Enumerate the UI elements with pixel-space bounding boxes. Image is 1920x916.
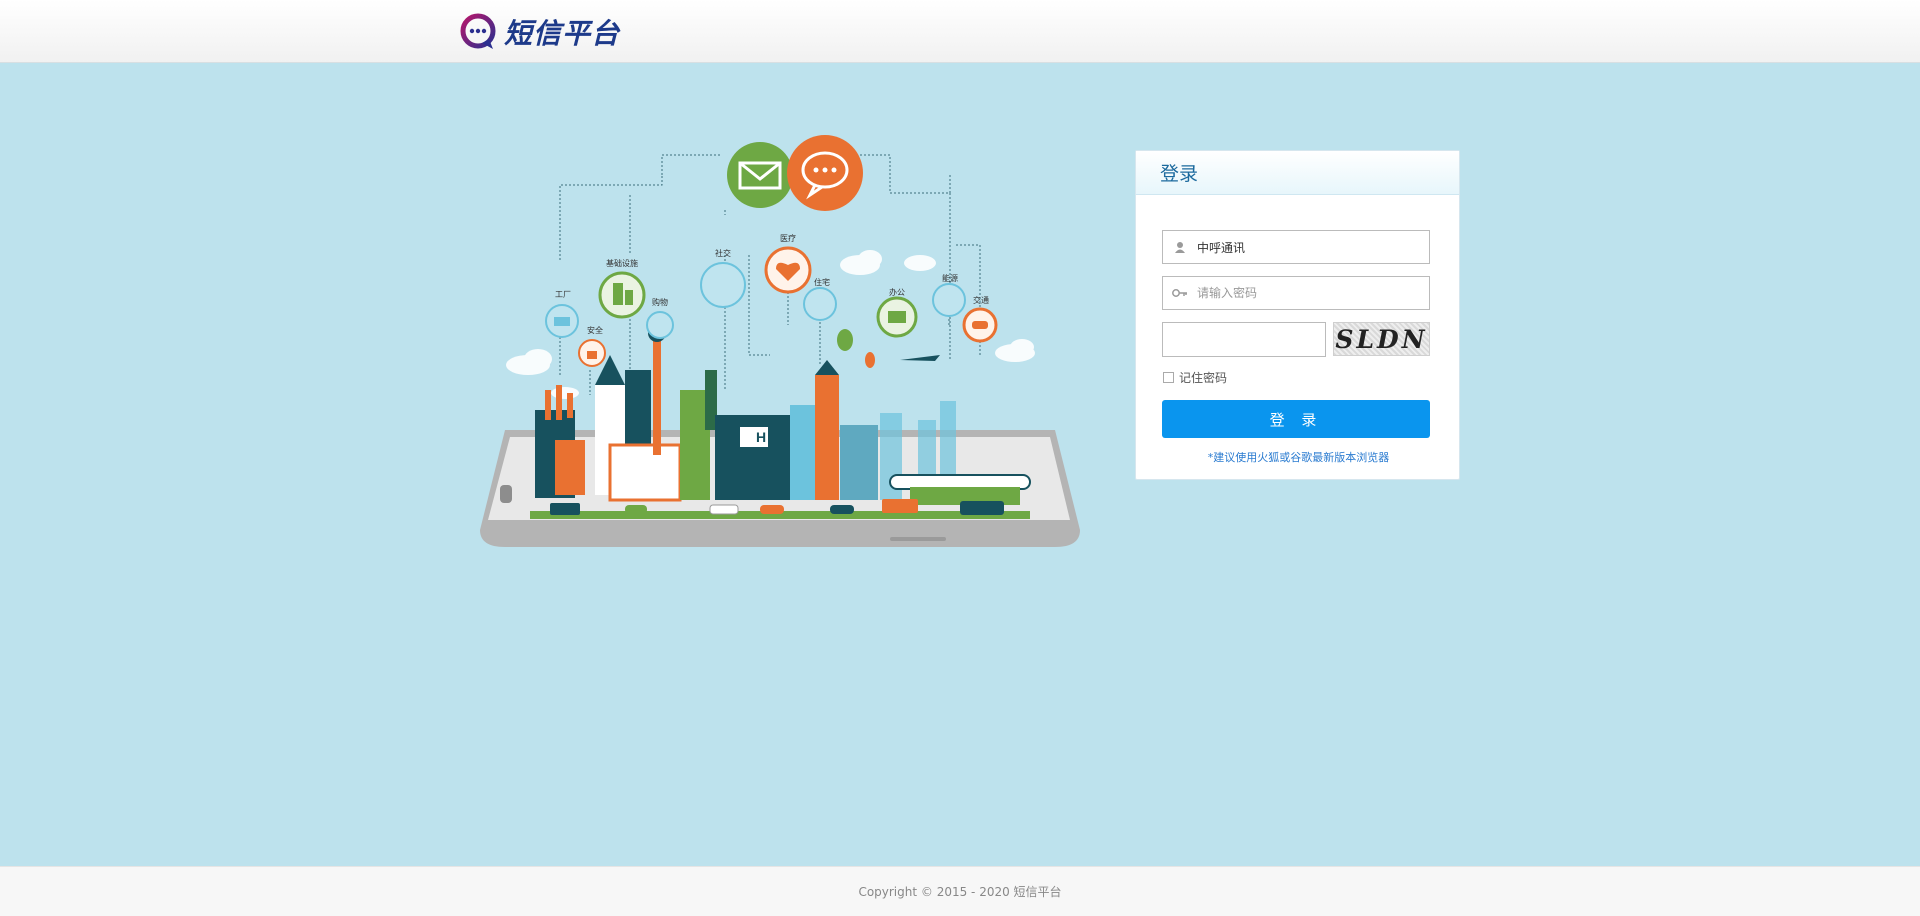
logo-text: 短信平台	[504, 17, 621, 50]
label-traffic: 交通	[973, 295, 989, 305]
password-field[interactable]	[1162, 276, 1430, 310]
car-icon	[962, 307, 998, 343]
user-icon	[1163, 231, 1197, 263]
label-medical: 医疗	[780, 233, 796, 243]
briefcase-icon	[876, 296, 918, 338]
remember-label: 记住密码	[1179, 371, 1228, 385]
password-input[interactable]	[1197, 278, 1429, 308]
house-icon	[803, 287, 837, 321]
login-title: 登录	[1160, 163, 1199, 185]
mail-icon	[727, 142, 793, 208]
factory-icon	[545, 304, 579, 338]
remember-password[interactable]: 记住密码	[1163, 369, 1227, 386]
login-button[interactable]: 登 录	[1162, 400, 1430, 438]
energy-icon	[932, 283, 966, 317]
label-energy: 能源	[942, 273, 958, 283]
footer: Copyright © 2015 - 2020 短信平台	[0, 866, 1920, 916]
building-icon	[598, 271, 646, 319]
people-icon	[700, 262, 746, 308]
logo[interactable]: 短信平台	[460, 12, 620, 52]
smart-city-illustration: H 工厂 安全 基础设施 购物 社交 医疗 住宅 办公 能源 交通	[480, 135, 1080, 547]
hospital-sign: H	[756, 429, 766, 445]
login-panel-header: 登录	[1136, 151, 1459, 195]
browser-tip: *建议使用火狐或谷歌最新版本浏览器	[1207, 451, 1390, 464]
username-input[interactable]	[1197, 232, 1429, 262]
remember-checkbox[interactable]	[1163, 372, 1174, 383]
login-panel: 登录 SLDN 记住密码 登 录 *建议使用火狐或谷歌最新版本浏览器	[1135, 150, 1460, 480]
label-housing: 住宅	[814, 277, 830, 287]
chat-icon	[787, 135, 863, 211]
key-icon	[1163, 277, 1197, 309]
main-area: H 工厂 安全 基础设施 购物 社交 医疗 住宅 办公 能源 交通 登录 中呼通…	[0, 63, 1920, 866]
captcha-input[interactable]	[1163, 323, 1325, 356]
label-office: 办公	[889, 287, 905, 297]
label-factory: 工厂	[555, 290, 571, 299]
label-shopping: 购物	[652, 297, 668, 307]
heart-icon	[764, 246, 812, 294]
label-safety: 安全	[587, 325, 603, 335]
top-header: 短信平台	[0, 0, 1920, 63]
cart-icon	[646, 311, 674, 339]
copyright-text: Copyright © 2015 - 2020 短信平台	[858, 885, 1062, 899]
captcha-field[interactable]	[1162, 322, 1326, 357]
lock-icon	[578, 339, 606, 367]
username-field[interactable]	[1162, 230, 1430, 264]
captcha-image[interactable]: SLDN	[1333, 322, 1430, 356]
label-infrastructure: 基础设施	[606, 258, 638, 268]
chat-bubble-logo-icon	[460, 13, 496, 49]
label-social: 社交	[715, 248, 731, 258]
